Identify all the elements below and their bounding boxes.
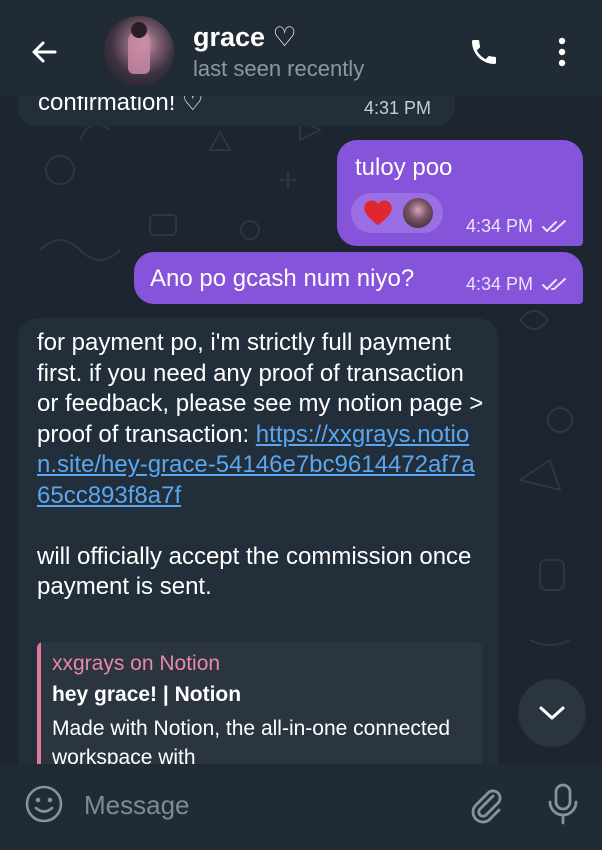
voice-message-button[interactable] xyxy=(546,782,580,826)
smile-icon xyxy=(25,785,63,823)
phone-icon xyxy=(472,40,496,64)
preview-accent-bar xyxy=(37,642,41,782)
reaction-pill[interactable] xyxy=(351,193,443,233)
message-text: tuloy poo xyxy=(355,154,453,181)
outgoing-message[interactable]: Ano po gcash num niyo? 4:34 PM xyxy=(134,252,583,304)
chat-header: grace ♡ last seen recently xyxy=(0,0,602,96)
contact-name[interactable]: grace ♡ xyxy=(193,22,297,53)
more-vertical-icon xyxy=(558,37,566,67)
back-button[interactable] xyxy=(22,30,66,74)
message-time-row: 4:34 PM xyxy=(466,274,568,295)
paperclip-icon xyxy=(471,789,502,824)
preview-site-name: xxgrays on Notion xyxy=(52,652,221,675)
microphone-icon xyxy=(548,783,578,825)
message-time-row: 4:34 PM xyxy=(466,216,568,237)
emoji-button[interactable] xyxy=(24,784,64,824)
incoming-message[interactable]: for payment po, i'm strictly full paymen… xyxy=(18,318,498,788)
reactor-avatar xyxy=(403,198,433,228)
message-time: 4:31 PM xyxy=(364,98,432,118)
outgoing-message[interactable]: tuloy poo 4:34 PM xyxy=(337,140,583,246)
message-body: for payment po, i'm strictly full paymen… xyxy=(37,328,487,603)
arrow-left-icon xyxy=(32,41,57,63)
double-check-icon xyxy=(542,278,567,291)
message-text: will officially accept the commission on… xyxy=(37,542,472,601)
attach-button[interactable] xyxy=(466,784,506,824)
message-time: 4:34 PM xyxy=(466,274,534,294)
link-preview[interactable]: xxgrays on Notion hey grace! | Notion Ma… xyxy=(37,642,482,782)
contact-avatar[interactable] xyxy=(104,16,174,86)
scroll-down-button[interactable] xyxy=(518,679,586,747)
message-input[interactable] xyxy=(82,786,436,824)
message-text: Ano po gcash num niyo? xyxy=(150,265,415,292)
double-check-icon xyxy=(542,220,567,233)
message-time: 4:34 PM xyxy=(466,216,534,236)
call-button[interactable] xyxy=(462,30,506,74)
heart-icon xyxy=(364,200,392,226)
preview-title: hey grace! | Notion xyxy=(52,683,242,706)
chevron-down-icon xyxy=(539,706,565,720)
more-options-button[interactable] xyxy=(540,30,584,74)
last-seen-status: last seen recently xyxy=(193,56,365,81)
